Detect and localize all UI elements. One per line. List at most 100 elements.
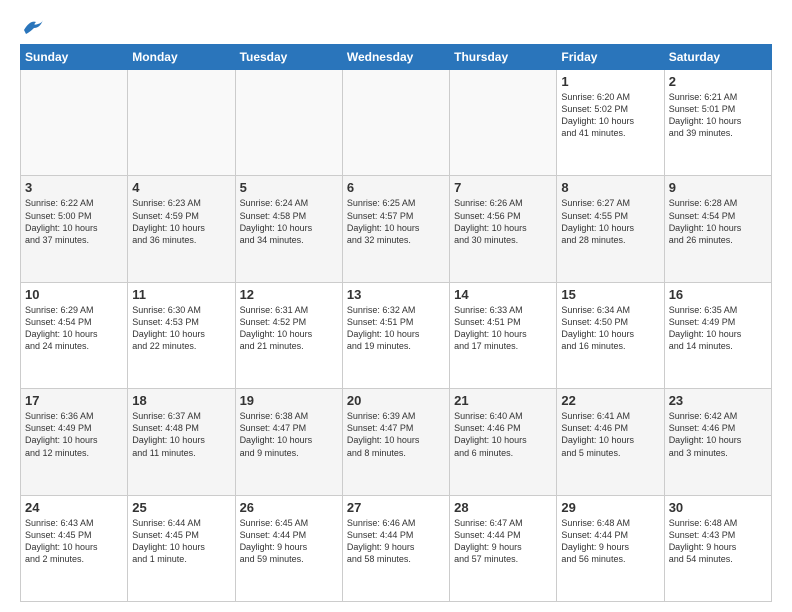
day-number: 4 — [132, 180, 230, 195]
calendar-header-sunday: Sunday — [21, 45, 128, 70]
calendar-cell — [342, 70, 449, 176]
calendar-cell: 26 Sunrise: 6:45 AM Sunset: 4:44 PM Dayli… — [235, 495, 342, 601]
calendar-cell: 28 Sunrise: 6:47 AM Sunset: 4:44 PM Dayli… — [450, 495, 557, 601]
day-info: Sunrise: 6:48 AM Sunset: 4:44 PM Dayligh… — [561, 517, 659, 566]
day-info: Sunrise: 6:43 AM Sunset: 4:45 PM Dayligh… — [25, 517, 123, 566]
calendar-cell: 10 Sunrise: 6:29 AM Sunset: 4:54 PM Dayli… — [21, 282, 128, 388]
day-number: 22 — [561, 393, 659, 408]
calendar-header-row: SundayMondayTuesdayWednesdayThursdayFrid… — [21, 45, 772, 70]
calendar-cell — [21, 70, 128, 176]
calendar-week-1: 1 Sunrise: 6:20 AM Sunset: 5:02 PM Daylig… — [21, 70, 772, 176]
calendar-cell: 29 Sunrise: 6:48 AM Sunset: 4:44 PM Dayli… — [557, 495, 664, 601]
day-number: 5 — [240, 180, 338, 195]
calendar-header-wednesday: Wednesday — [342, 45, 449, 70]
day-info: Sunrise: 6:41 AM Sunset: 4:46 PM Dayligh… — [561, 410, 659, 459]
calendar-header-monday: Monday — [128, 45, 235, 70]
day-info: Sunrise: 6:33 AM Sunset: 4:51 PM Dayligh… — [454, 304, 552, 353]
calendar-cell: 6Sunrise: 6:25 AM Sunset: 4:57 PM Daylig… — [342, 176, 449, 282]
calendar-cell: 9Sunrise: 6:28 AM Sunset: 4:54 PM Daylig… — [664, 176, 771, 282]
day-number: 28 — [454, 500, 552, 515]
calendar-cell: 3Sunrise: 6:22 AM Sunset: 5:00 PM Daylig… — [21, 176, 128, 282]
calendar-cell — [235, 70, 342, 176]
day-number: 7 — [454, 180, 552, 195]
calendar-header-thursday: Thursday — [450, 45, 557, 70]
day-info: Sunrise: 6:48 AM Sunset: 4:43 PM Dayligh… — [669, 517, 767, 566]
calendar-cell: 23 Sunrise: 6:42 AM Sunset: 4:46 PM Dayli… — [664, 389, 771, 495]
day-number: 18 — [132, 393, 230, 408]
day-number: 11 — [132, 287, 230, 302]
calendar-cell: 21 Sunrise: 6:40 AM Sunset: 4:46 PM Dayli… — [450, 389, 557, 495]
day-number: 29 — [561, 500, 659, 515]
day-info: Sunrise: 6:42 AM Sunset: 4:46 PM Dayligh… — [669, 410, 767, 459]
calendar-cell: 19 Sunrise: 6:38 AM Sunset: 4:47 PM Dayli… — [235, 389, 342, 495]
logo — [20, 20, 44, 34]
day-number: 14 — [454, 287, 552, 302]
calendar-cell: 12 Sunrise: 6:31 AM Sunset: 4:52 PM Dayli… — [235, 282, 342, 388]
day-info: Sunrise: 6:29 AM Sunset: 4:54 PM Dayligh… — [25, 304, 123, 353]
day-info: Sunrise: 6:22 AM Sunset: 5:00 PM Dayligh… — [25, 197, 123, 246]
day-info: Sunrise: 6:35 AM Sunset: 4:49 PM Dayligh… — [669, 304, 767, 353]
day-number: 10 — [25, 287, 123, 302]
day-info: Sunrise: 6:30 AM Sunset: 4:53 PM Dayligh… — [132, 304, 230, 353]
day-info: Sunrise: 6:40 AM Sunset: 4:46 PM Dayligh… — [454, 410, 552, 459]
calendar-cell: 5 Sunrise: 6:24 AM Sunset: 4:58 PM Daylig… — [235, 176, 342, 282]
day-info: Sunrise: 6:31 AM Sunset: 4:52 PM Dayligh… — [240, 304, 338, 353]
day-number: 1 — [561, 74, 659, 89]
calendar-cell: 15 Sunrise: 6:34 AM Sunset: 4:50 PM Dayli… — [557, 282, 664, 388]
calendar-week-3: 10 Sunrise: 6:29 AM Sunset: 4:54 PM Dayli… — [21, 282, 772, 388]
day-info: Sunrise: 6:24 AM Sunset: 4:58 PM Dayligh… — [240, 197, 338, 246]
day-info: Sunrise: 6:38 AM Sunset: 4:47 PM Dayligh… — [240, 410, 338, 459]
calendar-cell: 30 Sunrise: 6:48 AM Sunset: 4:43 PM Dayli… — [664, 495, 771, 601]
day-info: Sunrise: 6:26 AM Sunset: 4:56 PM Dayligh… — [454, 197, 552, 246]
calendar-week-2: 3Sunrise: 6:22 AM Sunset: 5:00 PM Daylig… — [21, 176, 772, 282]
logo-bird-icon — [22, 18, 44, 36]
day-number: 30 — [669, 500, 767, 515]
calendar-cell — [450, 70, 557, 176]
day-number: 17 — [25, 393, 123, 408]
calendar-cell: 20Sunrise: 6:39 AM Sunset: 4:47 PM Dayli… — [342, 389, 449, 495]
day-number: 9 — [669, 180, 767, 195]
calendar-header-saturday: Saturday — [664, 45, 771, 70]
day-info: Sunrise: 6:45 AM Sunset: 4:44 PM Dayligh… — [240, 517, 338, 566]
calendar-header-tuesday: Tuesday — [235, 45, 342, 70]
calendar-cell: 24 Sunrise: 6:43 AM Sunset: 4:45 PM Dayli… — [21, 495, 128, 601]
day-number: 27 — [347, 500, 445, 515]
page-header — [20, 16, 772, 34]
day-number: 16 — [669, 287, 767, 302]
calendar-week-5: 24 Sunrise: 6:43 AM Sunset: 4:45 PM Dayli… — [21, 495, 772, 601]
calendar-cell: 18 Sunrise: 6:37 AM Sunset: 4:48 PM Dayli… — [128, 389, 235, 495]
day-info: Sunrise: 6:36 AM Sunset: 4:49 PM Dayligh… — [25, 410, 123, 459]
calendar-cell: 14 Sunrise: 6:33 AM Sunset: 4:51 PM Dayli… — [450, 282, 557, 388]
day-number: 12 — [240, 287, 338, 302]
day-info: Sunrise: 6:21 AM Sunset: 5:01 PM Dayligh… — [669, 91, 767, 140]
day-info: Sunrise: 6:23 AM Sunset: 4:59 PM Dayligh… — [132, 197, 230, 246]
day-number: 19 — [240, 393, 338, 408]
day-info: Sunrise: 6:32 AM Sunset: 4:51 PM Dayligh… — [347, 304, 445, 353]
day-number: 15 — [561, 287, 659, 302]
day-number: 6 — [347, 180, 445, 195]
calendar-week-4: 17 Sunrise: 6:36 AM Sunset: 4:49 PM Dayli… — [21, 389, 772, 495]
day-info: Sunrise: 6:46 AM Sunset: 4:44 PM Dayligh… — [347, 517, 445, 566]
calendar-header-friday: Friday — [557, 45, 664, 70]
day-number: 25 — [132, 500, 230, 515]
day-number: 24 — [25, 500, 123, 515]
day-info: Sunrise: 6:20 AM Sunset: 5:02 PM Dayligh… — [561, 91, 659, 140]
day-info: Sunrise: 6:47 AM Sunset: 4:44 PM Dayligh… — [454, 517, 552, 566]
calendar-cell: 22 Sunrise: 6:41 AM Sunset: 4:46 PM Dayli… — [557, 389, 664, 495]
calendar-cell: 25Sunrise: 6:44 AM Sunset: 4:45 PM Dayli… — [128, 495, 235, 601]
day-info: Sunrise: 6:37 AM Sunset: 4:48 PM Dayligh… — [132, 410, 230, 459]
day-number: 8 — [561, 180, 659, 195]
calendar-cell: 27 Sunrise: 6:46 AM Sunset: 4:44 PM Dayli… — [342, 495, 449, 601]
calendar-cell — [128, 70, 235, 176]
calendar-cell: 1 Sunrise: 6:20 AM Sunset: 5:02 PM Daylig… — [557, 70, 664, 176]
day-number: 26 — [240, 500, 338, 515]
calendar-cell: 8 Sunrise: 6:27 AM Sunset: 4:55 PM Daylig… — [557, 176, 664, 282]
calendar-cell: 2Sunrise: 6:21 AM Sunset: 5:01 PM Daylig… — [664, 70, 771, 176]
day-info: Sunrise: 6:34 AM Sunset: 4:50 PM Dayligh… — [561, 304, 659, 353]
day-number: 21 — [454, 393, 552, 408]
day-number: 23 — [669, 393, 767, 408]
calendar-table: SundayMondayTuesdayWednesdayThursdayFrid… — [20, 44, 772, 602]
day-info: Sunrise: 6:27 AM Sunset: 4:55 PM Dayligh… — [561, 197, 659, 246]
day-info: Sunrise: 6:39 AM Sunset: 4:47 PM Dayligh… — [347, 410, 445, 459]
calendar-cell: 16 Sunrise: 6:35 AM Sunset: 4:49 PM Dayli… — [664, 282, 771, 388]
